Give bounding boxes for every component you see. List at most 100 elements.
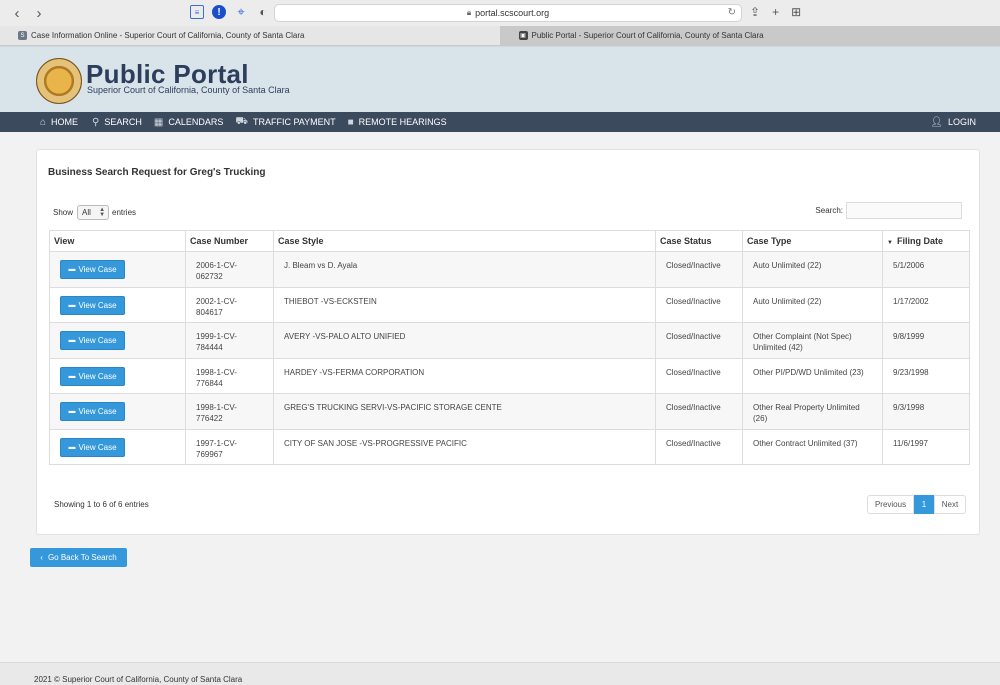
view-case-label: View Case [78,265,117,274]
cell-case-status: Closed/Inactive [655,251,743,288]
home-icon: ⌂ [40,116,47,128]
table-row: ▬ View Case 2002-1-CV-804617 THIEBOT -VS-EC… [49,286,970,323]
header-case-number[interactable]: Case Number [185,230,274,252]
view-case-button[interactable]: ▬ View Case [60,331,125,350]
video-camera-icon: ■ [347,116,354,128]
search-label: Search: [815,206,843,215]
address-bar[interactable]: 🔒︎ portal.scscourt.org ↻ [274,4,742,22]
favicon-icon: ▣ [518,31,528,40]
cell-view: ▬ View Case [49,251,186,288]
table-header-row: View Case Number Case Style Case Status … [49,230,970,252]
view-case-label: View Case [78,442,117,452]
browser-toolbar: ‹ › ≡ ! ⌖ ◐ 🔒︎ portal.scscourt.org ↻ ⇪ +… [0,0,1000,26]
tab-title: Public Portal - Superior Court of Califo… [531,31,764,40]
shield-icon[interactable]: ◐ [256,5,270,19]
browser-actions: ⇪ + ⊞ [750,5,801,19]
next-page-button[interactable]: Next [934,495,966,514]
user-icon: 👤︎ [930,116,943,128]
entries-length-select[interactable]: All ▲ ▼ [77,205,110,220]
car-icon: ⛟ [235,115,248,127]
view-case-label: View Case [78,336,117,345]
cell-case-type: Auto Unlimited (22) [742,286,883,323]
length-value: All [82,208,91,217]
cell-case-type: Other PI/PD/WD Unlimited (23) [742,357,883,394]
court-seal-logo[interactable] [36,58,82,104]
cell-view: ▬ View Case [49,357,186,394]
nav-search[interactable]: ⚲ SEARCH [92,117,142,128]
view-case-button[interactable]: ▬ View Case [60,437,125,457]
table-search-input[interactable] [846,202,962,219]
reload-icon[interactable]: ↻ [728,7,736,18]
header-view[interactable]: View [49,230,186,252]
nav-home[interactable]: ⌂ HOME [40,117,78,128]
cell-case-number: 1999-1-CV-784444 [185,322,274,359]
back-arrow-icon[interactable]: ‹ [6,5,28,22]
cell-case-status: Closed/Inactive [655,393,743,430]
tab-case-information[interactable]: S Case Information Online - Superior Cou… [0,26,501,45]
forward-arrow-icon[interactable]: › [28,5,50,22]
extension-icons: ≡ ! ⌖ ◐ [190,4,270,19]
nav-traffic-payment[interactable]: ⛟ TRAFFIC PAYMENT [235,116,335,129]
go-back-to-search-button[interactable]: ‹ Go Back To Search [30,548,127,567]
favicon-icon: S [18,31,27,40]
url-text: portal.scscourt.org [475,8,550,18]
cell-case-type: Other Contract Unlimited (37) [742,428,883,465]
share-icon[interactable]: ⇪ [750,5,760,19]
header-filing-date[interactable]: ▼ Filing Date [882,230,970,252]
cell-case-number: 1997-1-CV-769967 [185,428,274,465]
page-1-button[interactable]: 1 [914,495,934,514]
entries-length-control: Show All ▲ ▼ entries [53,205,136,220]
new-tab-icon[interactable]: + [772,5,779,19]
table-row: ▬ View Case 1998-1-CV-776422 GREG'S TRUCKIN… [49,393,970,430]
cell-case-style: J. Bleam vs D. Ayala [273,251,656,288]
header-case-type[interactable]: Case Type [742,230,883,252]
tab-overview-icon[interactable]: ⊞ [791,5,801,19]
folder-icon: ▬ [68,301,76,309]
tab-public-portal[interactable]: ▣ Public Portal - Superior Court of Cali… [500,26,1000,45]
panel-title: Business Search Request for Greg's Truck… [48,167,266,178]
nav-remote-label: REMOTE HEARINGS [358,117,447,127]
previous-page-button[interactable]: Previous [867,495,914,514]
lock-icon: 🔒︎ [466,8,472,17]
cell-case-type: Other Real Property Unlimited (26) [742,393,883,430]
nav-calendars[interactable]: ▦ CALENDARS [154,117,223,128]
nav-remote-hearings[interactable]: ■ REMOTE HEARINGS [348,117,447,128]
results-table: View Case Number Case Style Case Status … [49,230,970,465]
nav-home-label: HOME [51,117,79,127]
view-case-button[interactable]: ▬ View Case [60,295,125,315]
results-panel: Business Search Request for Greg's Truck… [36,149,980,535]
cell-filing-date: 1/17/2002 [882,286,970,323]
cell-case-style: THIEBOT -VS-ECKSTEIN [273,286,656,323]
table-search-control: Search: [815,202,962,219]
site-subtitle: Superior Court of California, County of … [87,85,290,95]
cell-case-status: Closed/Inactive [655,357,743,394]
view-case-button[interactable]: ▬ View Case [60,260,125,279]
cell-filing-date: 9/8/1999 [882,322,970,359]
main-nav: ⌂ HOME ⚲ SEARCH ▦ CALENDARS ⛟ TRAFFIC PA… [0,112,1000,132]
cell-view: ▬ View Case [49,393,186,430]
nav-login-label: LOGIN [947,117,976,127]
header-case-style[interactable]: Case Style [273,230,656,252]
go-back-label: Go Back To Search [47,553,117,562]
cell-case-type: Other Complaint (Not Spec) Unlimited (42… [742,322,883,359]
cell-filing-date: 9/23/1998 [882,357,970,394]
cell-case-type: Auto Unlimited (22) [742,251,883,288]
table-row: ▬ View Case 2006-1-CV-062732 J. Bleam vs D.… [49,251,970,288]
nav-login[interactable]: 👤︎ LOGIN [930,117,976,128]
cell-filing-date: 5/1/2006 [882,251,970,288]
nav-search-label: SEARCH [104,117,142,127]
crosshair-icon[interactable]: ⌖ [234,4,248,19]
cell-filing-date: 9/3/1998 [882,393,970,430]
header-case-status[interactable]: Case Status [655,230,743,252]
view-case-label: View Case [78,407,117,416]
view-case-button[interactable]: ▬ View Case [60,366,125,386]
cell-case-number: 1998-1-CV-776422 [185,393,274,430]
folder-icon: ▬ [68,337,76,344]
cell-filing-date: 11/6/1997 [882,428,970,465]
table-row: ▬ View Case 1997-1-CV-769967 CITY OF SAN JO… [49,428,970,465]
cell-case-style: CITY OF SAN JOSE -VS-PROGRESSIVE PACIFIC [273,428,656,465]
reader-icon[interactable]: ≡ [190,5,204,19]
alert-icon[interactable]: ! [212,5,226,19]
cell-case-status: Closed/Inactive [655,428,743,465]
view-case-button[interactable]: ▬ View Case [60,402,125,421]
